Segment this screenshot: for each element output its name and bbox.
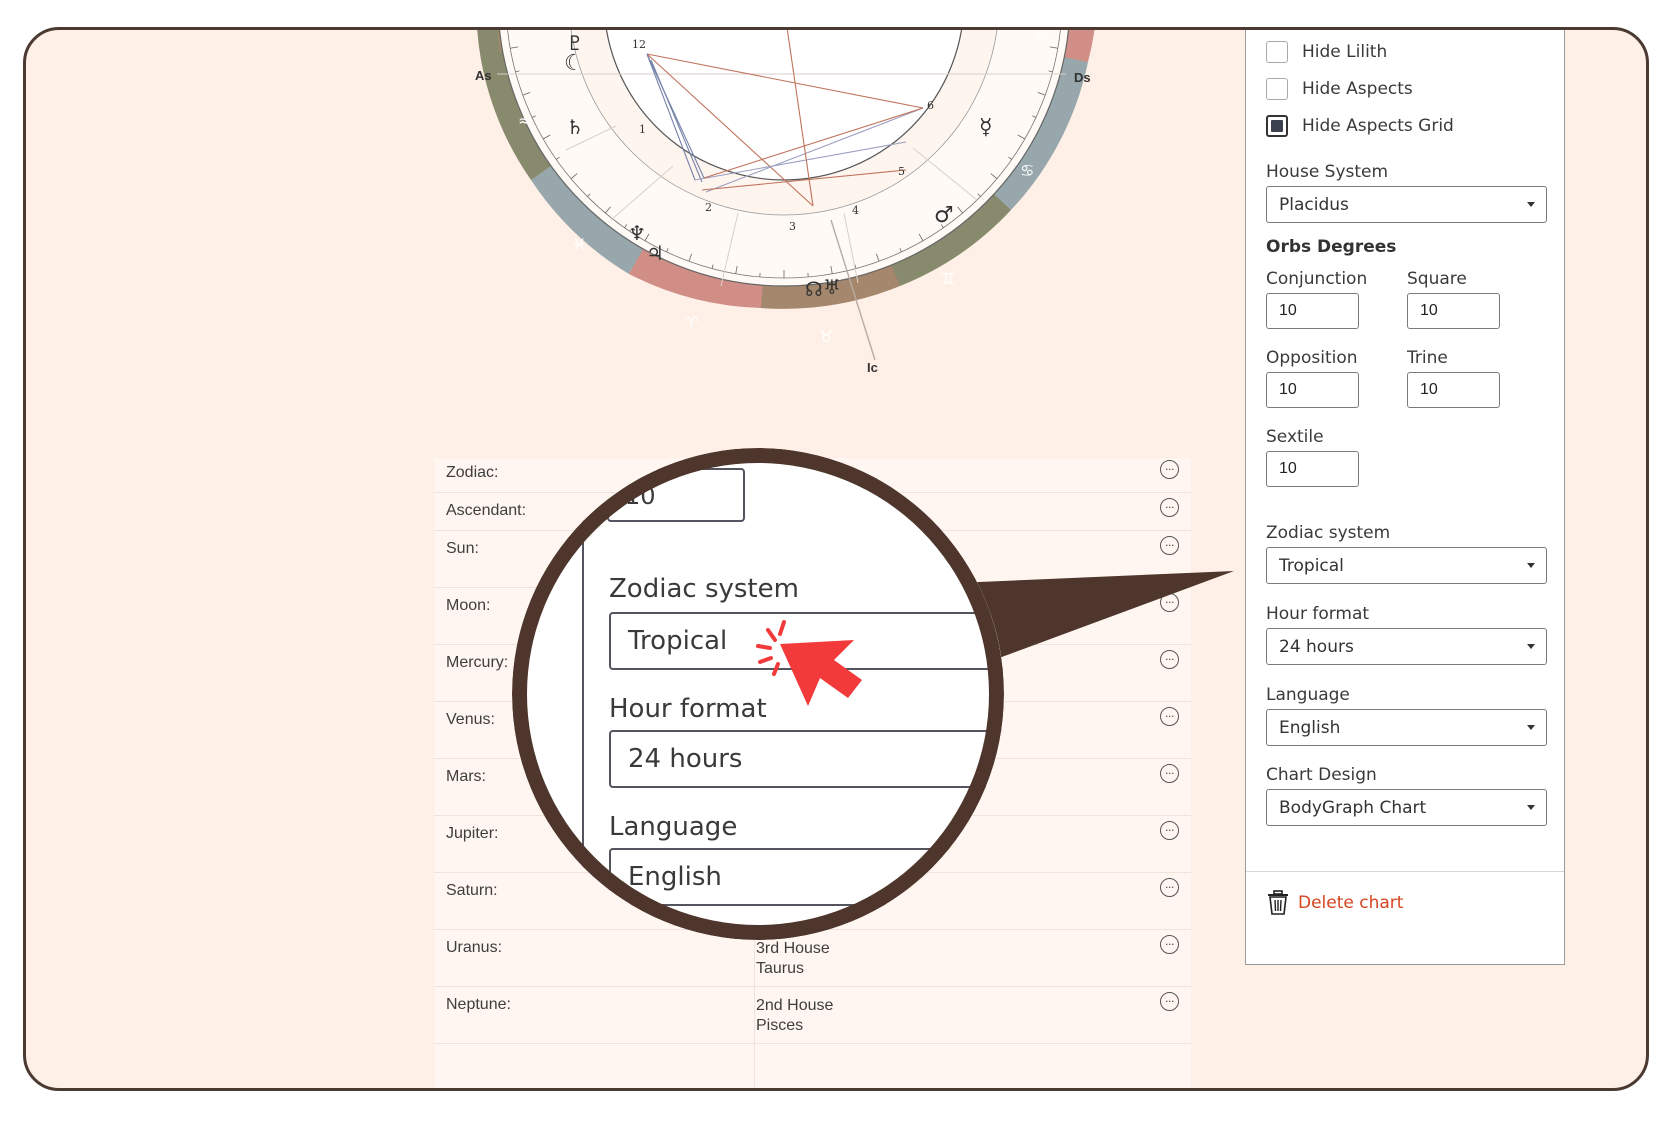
hide-aspects-grid-checkbox[interactable] — [1266, 115, 1288, 137]
delete-chart-label: Delete chart — [1298, 893, 1404, 913]
opposition-input[interactable]: 10 — [1266, 372, 1359, 408]
hide-aspects-label: Hide Aspects — [1302, 79, 1413, 99]
hide-lilith-checkbox[interactable] — [1266, 41, 1288, 63]
hour-format-label: Hour format — [1266, 604, 1370, 624]
trash-icon — [1268, 890, 1288, 915]
language-select[interactable]: English — [1266, 709, 1547, 746]
hour-format-value: 24 hours — [1279, 637, 1354, 657]
zodiac-system-select[interactable]: Tropical — [1266, 547, 1547, 584]
house-system-select[interactable]: Placidus — [1266, 186, 1547, 223]
hour-format-select[interactable]: 24 hours — [1266, 628, 1547, 665]
sextile-label: Sextile — [1266, 427, 1324, 447]
trine-label: Trine — [1407, 348, 1448, 368]
sextile-input[interactable]: 10 — [1266, 451, 1359, 487]
chevron-down-icon — [1527, 805, 1535, 810]
house-system-label: House System — [1266, 162, 1389, 182]
square-label: Square — [1407, 269, 1467, 289]
hide-lilith-label: Hide Lilith — [1302, 42, 1388, 62]
hide-lilith-checkbox-row[interactable]: Hide Lilith — [1266, 39, 1387, 65]
zoom-lens-rim — [512, 448, 1004, 940]
zodiac-system-value: Tropical — [1279, 556, 1344, 576]
hide-aspects-checkbox-row[interactable]: Hide Aspects — [1266, 76, 1413, 102]
opposition-label: Opposition — [1266, 348, 1358, 368]
hide-aspects-checkbox[interactable] — [1266, 78, 1288, 100]
chart-design-label: Chart Design — [1266, 765, 1377, 785]
chart-settings-panel: Hide Lilith Hide Aspects Hide Aspects Gr… — [1245, 30, 1565, 965]
conjunction-input[interactable]: 10 — [1266, 293, 1359, 329]
delete-chart-button[interactable]: Delete chart — [1266, 890, 1403, 916]
house-system-value: Placidus — [1279, 195, 1349, 215]
conjunction-label: Conjunction — [1266, 269, 1368, 289]
square-input[interactable]: 10 — [1407, 293, 1500, 329]
hide-aspects-grid-label: Hide Aspects Grid — [1302, 116, 1454, 136]
hide-aspects-grid-checkbox-row[interactable]: Hide Aspects Grid — [1266, 113, 1454, 139]
zoom-magnifier: 10 Zodiac system Tropical Hour format 24… — [512, 448, 1004, 940]
chevron-down-icon — [1527, 644, 1535, 649]
trine-input[interactable]: 10 — [1407, 372, 1500, 408]
app-frame: 12 1 2 3 4 5 6 ♇ ☾ ♄ ♆ ♃ ☊ ♅ ♂ ☿ ≈ ♓ ♈ ♉… — [23, 27, 1649, 1091]
chevron-down-icon — [1527, 563, 1535, 568]
language-value: English — [1279, 718, 1341, 738]
chart-design-select[interactable]: BodyGraph Chart — [1266, 789, 1547, 826]
panel-divider — [1246, 871, 1564, 872]
chevron-down-icon — [1527, 725, 1535, 730]
chevron-down-icon — [1527, 202, 1535, 207]
language-label: Language — [1266, 685, 1350, 705]
chart-design-value: BodyGraph Chart — [1279, 798, 1427, 818]
zodiac-system-label: Zodiac system — [1266, 523, 1391, 543]
orbs-degrees-heading: Orbs Degrees — [1266, 237, 1397, 257]
